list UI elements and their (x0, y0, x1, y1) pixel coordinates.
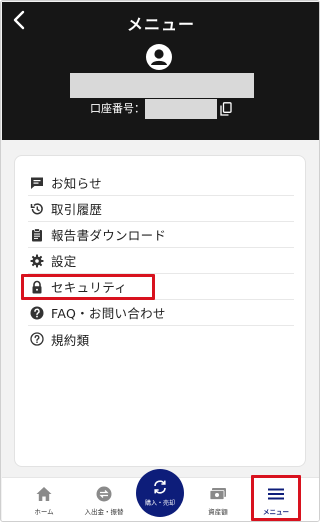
nav-item-assets[interactable]: 資産額 (198, 478, 238, 521)
avatar-icon (146, 44, 172, 70)
menu-item-label: 規約類 (51, 332, 90, 348)
menu-item-terms[interactable]: 規約類 (28, 326, 294, 352)
help-icon (30, 306, 44, 320)
menu-card: お知らせ 取引履歴 報告書ダウンロード 設定 セキュリティ FAQ・お問い合わせ… (14, 155, 306, 467)
menu-item-label: 取引履歴 (51, 202, 103, 217)
menu-item-label: 設定 (51, 254, 77, 269)
announcement-icon (30, 176, 44, 190)
menu-icon (267, 486, 285, 502)
assets-icon (209, 486, 227, 502)
trade-button-label: 購入・売却 (144, 500, 175, 507)
account-number-redacted (145, 99, 217, 119)
nav-label: 資産額 (208, 508, 228, 516)
menu-item-label: お知らせ (51, 176, 102, 191)
nav-item-transfer[interactable]: 入出金・振替 (78, 478, 130, 521)
menu-item-security[interactable]: セキュリティ (28, 274, 294, 300)
menu-item-label: 報告書ダウンロード (51, 228, 167, 243)
menu-item-announcements[interactable]: お知らせ (28, 170, 294, 196)
app-frame: メニュー 口座番号： お知らせ 取引履歴 報告書ダウンロード 設定 セキュリティ… (0, 0, 320, 522)
menu-item-faq-contact[interactable]: FAQ・お問い合わせ (28, 300, 294, 326)
copy-icon[interactable] (220, 102, 232, 116)
nav-label: ホーム (34, 508, 54, 516)
nav-label: メニュー (263, 508, 289, 516)
app-header: メニュー 口座番号： (2, 2, 319, 140)
lock-icon (30, 280, 44, 294)
trade-button[interactable]: 購入・売却 (136, 469, 184, 517)
nav-item-home[interactable]: ホーム (22, 478, 66, 521)
trade-icon (154, 480, 166, 494)
nav-label: 入出金・振替 (84, 508, 124, 516)
terms-icon (30, 332, 44, 346)
account-number-label: 口座番号： (90, 102, 145, 115)
page-title: メニュー (126, 15, 195, 34)
report-icon (30, 227, 44, 242)
menu-item-label: FAQ・お問い合わせ (51, 306, 166, 321)
menu-item-transaction-history[interactable]: 取引履歴 (28, 196, 294, 222)
gear-icon (30, 254, 44, 268)
home-icon (35, 486, 53, 502)
menu-item-report-download[interactable]: 報告書ダウンロード (28, 222, 294, 248)
history-icon (30, 202, 44, 216)
menu-item-label: セキュリティ (51, 280, 128, 295)
transfer-icon (95, 486, 113, 502)
user-name-redacted (70, 73, 254, 98)
menu-item-settings[interactable]: 設定 (28, 248, 294, 274)
nav-item-menu[interactable]: メニュー (254, 478, 298, 521)
